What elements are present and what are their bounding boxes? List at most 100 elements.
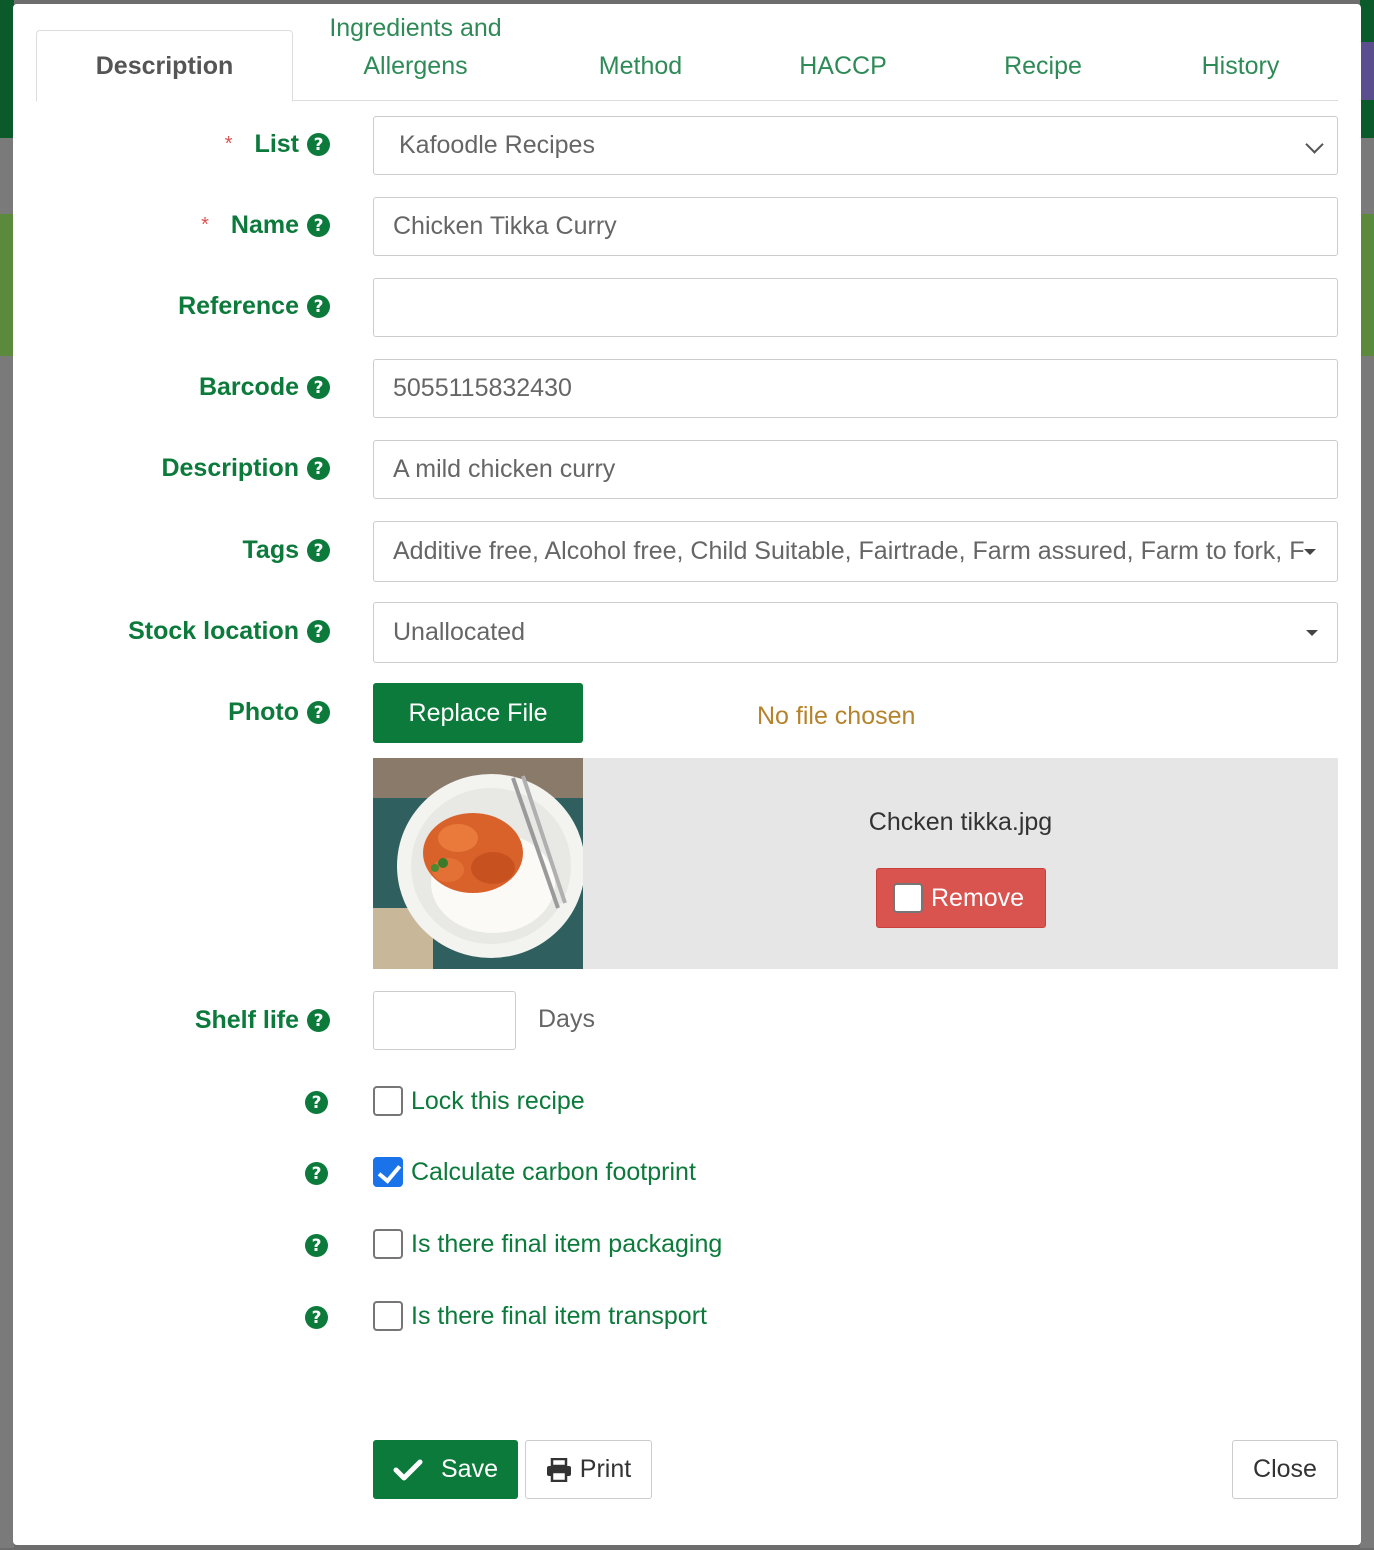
- help-icon[interactable]: ?: [305, 1091, 328, 1114]
- caret-down-icon: [1306, 630, 1318, 636]
- tags-label-text: Tags: [242, 536, 300, 564]
- shelf-life-label: Shelf life ?: [195, 1006, 330, 1035]
- help-icon[interactable]: ?: [307, 133, 330, 156]
- replace-file-button[interactable]: Replace File: [373, 683, 583, 743]
- check-icon: [393, 1459, 423, 1480]
- description-row: Description ? A mild chicken curry: [13, 440, 1361, 499]
- name-label: * Name ?: [201, 211, 330, 240]
- replace-file-label: Replace File: [408, 698, 548, 727]
- final-transport-checkbox[interactable]: [373, 1301, 403, 1331]
- barcode-label: Barcode ?: [199, 373, 330, 402]
- tab-description[interactable]: Description: [36, 30, 293, 102]
- reference-input[interactable]: [373, 278, 1338, 337]
- lock-recipe-label: Lock this recipe: [411, 1086, 585, 1115]
- tags-select[interactable]: Additive free, Alcohol free, Child Suita…: [373, 521, 1338, 582]
- photo-label-text: Photo: [228, 698, 299, 726]
- name-row: * Name ? Chicken Tikka Curry: [13, 197, 1361, 256]
- carbon-footprint-option[interactable]: Calculate carbon footprint: [373, 1157, 696, 1187]
- tab-history[interactable]: History: [1143, 4, 1338, 101]
- carbon-footprint-checkbox[interactable]: [373, 1157, 403, 1187]
- curry-photo-image: [373, 758, 583, 969]
- list-label: * List ?: [225, 130, 330, 159]
- help-icon[interactable]: ?: [307, 1009, 330, 1032]
- tab-label: Ingredients and Allergens: [329, 14, 502, 80]
- stock-location-select[interactable]: Unallocated: [373, 602, 1338, 663]
- photo-filename: Chcken tikka.jpg: [868, 808, 1053, 836]
- help-icon[interactable]: ?: [307, 620, 330, 643]
- close-button[interactable]: Close: [1232, 1440, 1338, 1499]
- no-file-chosen-text: No file chosen: [757, 702, 916, 730]
- final-packaging-option[interactable]: Is there final item packaging: [373, 1229, 722, 1259]
- list-label-text: List: [254, 130, 299, 158]
- tab-label: Description: [95, 52, 234, 80]
- tags-label: Tags ?: [242, 536, 330, 565]
- help-icon[interactable]: ?: [307, 539, 330, 562]
- close-label: Close: [1253, 1455, 1317, 1483]
- remove-photo-button[interactable]: Remove: [876, 868, 1046, 928]
- recipe-modal: Description Ingredients and Allergens Me…: [13, 4, 1361, 1545]
- help-icon[interactable]: ?: [307, 295, 330, 318]
- stock-location-select-value: Unallocated: [393, 618, 526, 646]
- background-band-right: [1360, 214, 1374, 356]
- help-icon[interactable]: ?: [305, 1306, 328, 1329]
- help-icon[interactable]: ?: [307, 701, 330, 724]
- barcode-row: Barcode ? 5055115832430: [13, 359, 1361, 418]
- required-marker: *: [224, 133, 233, 155]
- list-select[interactable]: Kafoodle Recipes: [373, 116, 1338, 175]
- background-header-left: [0, 0, 14, 138]
- barcode-input[interactable]: 5055115832430: [373, 359, 1338, 418]
- description-label-text: Description: [161, 454, 299, 482]
- shelf-life-row: Shelf life ? Days: [13, 991, 1361, 1050]
- caret-down-icon: [1304, 549, 1316, 555]
- reference-row: Reference ?: [13, 278, 1361, 337]
- stock-location-label-text: Stock location: [128, 617, 299, 645]
- description-input-value: A mild chicken curry: [393, 455, 616, 483]
- tags-select-value: Additive free, Alcohol free, Child Suita…: [393, 537, 1305, 565]
- chevron-down-icon: [1305, 135, 1324, 154]
- lock-recipe-checkbox[interactable]: [373, 1086, 403, 1116]
- tab-label: HACCP: [799, 52, 887, 80]
- tags-row: Tags ? Additive free, Alcohol free, Chil…: [13, 521, 1361, 582]
- list-select-value: Kafoodle Recipes: [399, 131, 595, 159]
- final-packaging-label: Is there final item packaging: [411, 1229, 723, 1258]
- required-marker: *: [201, 214, 209, 236]
- name-label-text: Name: [230, 211, 299, 239]
- photo-preview-panel: Chcken tikka.jpg Remove: [373, 758, 1338, 969]
- reference-label: Reference ?: [178, 292, 330, 321]
- final-packaging-checkbox[interactable]: [373, 1229, 403, 1259]
- save-button[interactable]: Save: [373, 1440, 518, 1499]
- final-transport-option[interactable]: Is there final item transport: [373, 1301, 707, 1331]
- print-button[interactable]: Print: [525, 1440, 652, 1499]
- photo-thumbnail: [373, 758, 583, 969]
- help-icon[interactable]: ?: [307, 457, 330, 480]
- help-icon[interactable]: ?: [305, 1234, 328, 1257]
- barcode-label-text: Barcode: [198, 373, 299, 401]
- description-label: Description ?: [161, 454, 330, 483]
- tab-method[interactable]: Method: [538, 4, 743, 101]
- remove-checkbox[interactable]: [893, 883, 923, 913]
- photo-label: Photo ?: [228, 698, 330, 727]
- shelf-life-unit: Days: [538, 1005, 595, 1033]
- lock-recipe-option[interactable]: Lock this recipe: [373, 1086, 585, 1116]
- shelf-life-label-text: Shelf life: [194, 1006, 299, 1034]
- name-input-value: Chicken Tikka Curry: [393, 212, 617, 240]
- tab-ingredients-allergens[interactable]: Ingredients and Allergens: [293, 4, 538, 101]
- name-input[interactable]: Chicken Tikka Curry: [373, 197, 1338, 256]
- background-band-left: [0, 214, 14, 356]
- final-transport-label: Is there final item transport: [411, 1301, 707, 1330]
- list-row: * List ? Kafoodle Recipes: [13, 116, 1361, 175]
- description-input[interactable]: A mild chicken curry: [373, 440, 1338, 499]
- tab-recipe[interactable]: Recipe: [943, 4, 1143, 101]
- shelf-life-input[interactable]: [373, 991, 516, 1050]
- tab-haccp[interactable]: HACCP: [743, 4, 943, 101]
- save-label: Save: [441, 1455, 498, 1483]
- help-icon[interactable]: ?: [305, 1162, 328, 1185]
- help-icon[interactable]: ?: [307, 376, 330, 399]
- carbon-footprint-label: Calculate carbon footprint: [411, 1157, 696, 1186]
- stock-location-row: Stock location ? Unallocated: [13, 602, 1361, 663]
- tab-label: Recipe: [1004, 52, 1082, 80]
- tab-label: History: [1201, 52, 1280, 80]
- stock-location-label: Stock location ?: [128, 617, 330, 646]
- barcode-input-value: 5055115832430: [393, 374, 572, 402]
- help-icon[interactable]: ?: [307, 214, 330, 237]
